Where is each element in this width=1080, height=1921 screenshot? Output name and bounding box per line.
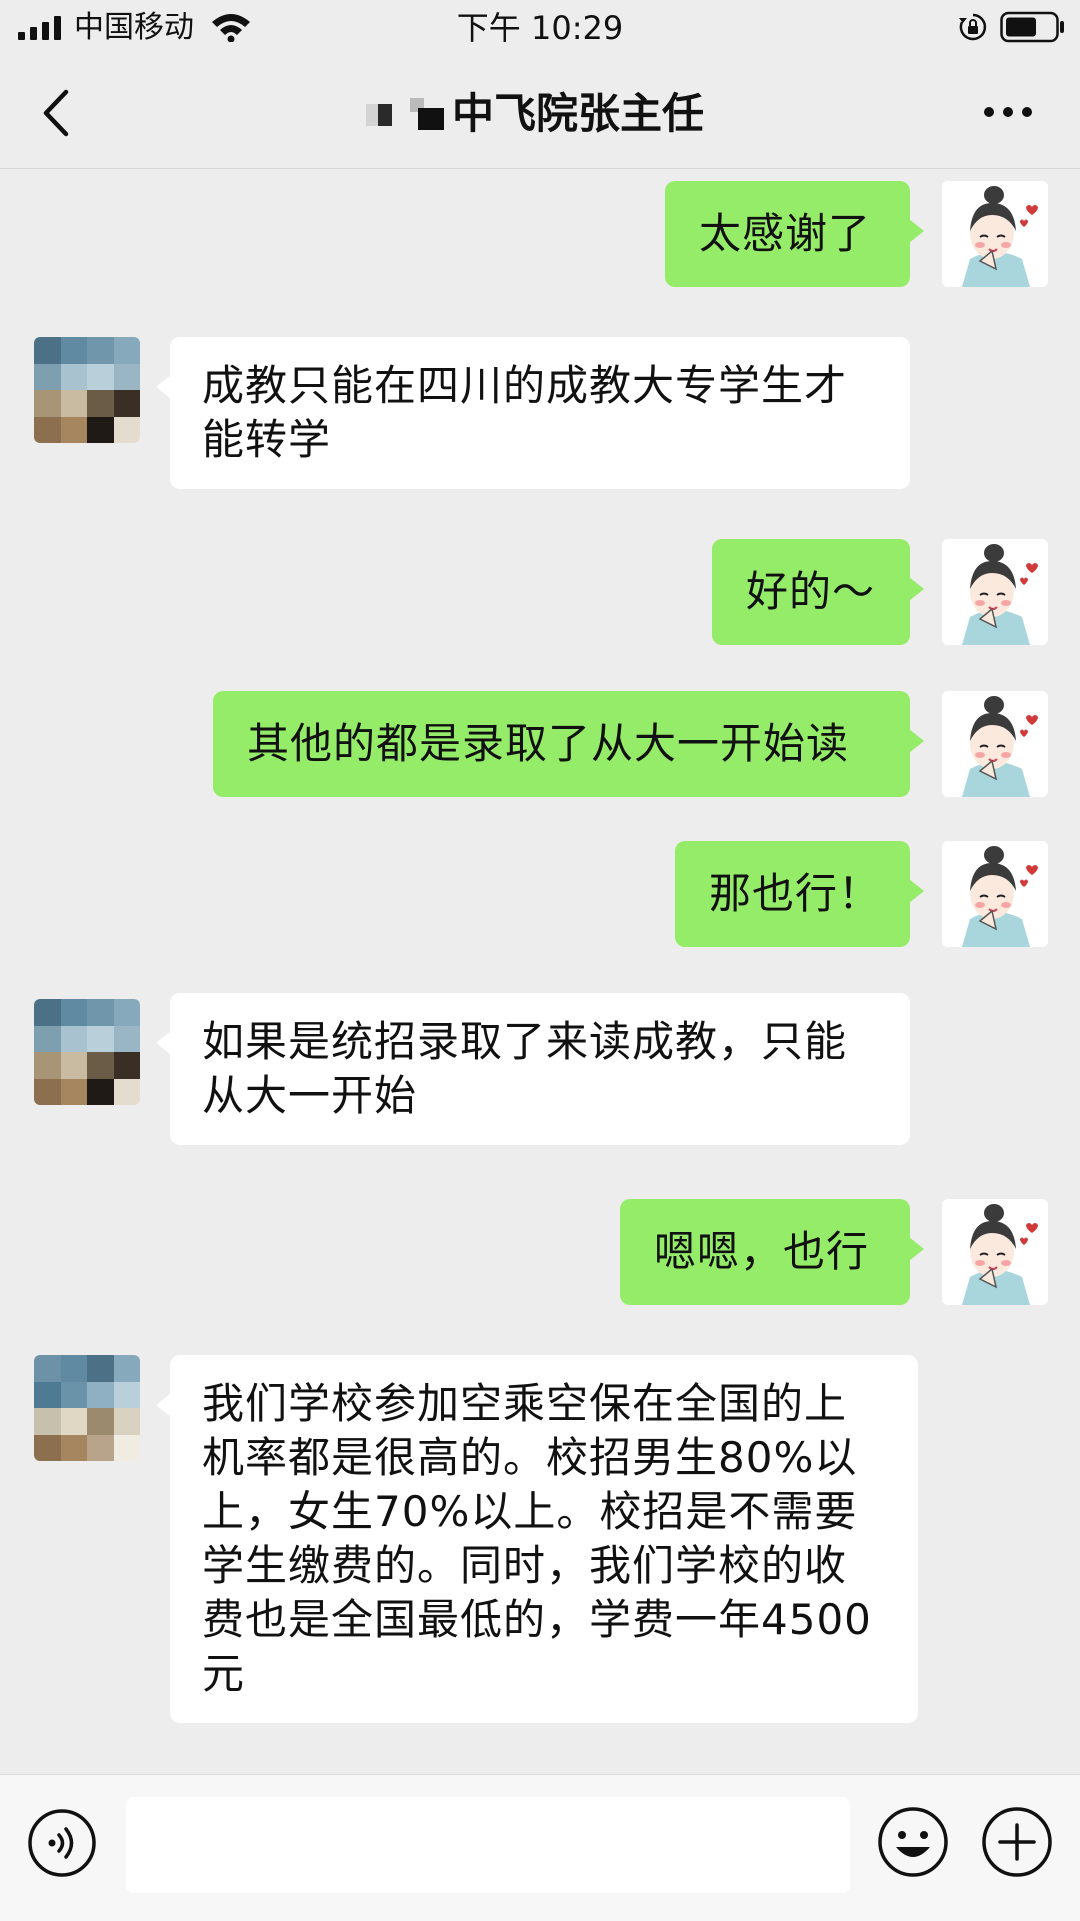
rotation-lock-icon [959,13,987,41]
message-bubble-in[interactable]: 我们学校参加空乘空保在全国的上机率都是很高的。校招男生80%以上，女生70%以上… [156,1355,918,1723]
chevron-left-icon[interactable] [38,86,74,140]
message-bubble-out[interactable]: 其他的都是录取了从大一开始读 [213,691,924,797]
my-avatar[interactable] [942,1199,1048,1305]
plus-icon[interactable] [980,1805,1054,1879]
message-bubble-out[interactable]: 太感谢了 [665,181,924,287]
voice-icon[interactable] [26,1807,98,1879]
message-text: 我们学校参加空乘空保在全国的上机率都是很高的。校招男生80%以上，女生70%以上… [202,1379,872,1698]
battery-icon [1000,11,1064,43]
chat-message-list[interactable]: 太感谢了 成教只能在四川的成教大专学生才能转学 好的～ 其他的都是录取了从大一开… [0,169,1080,1774]
message-row: 嗯嗯，也行 [0,1199,1080,1309]
message-bubble-in[interactable]: 成教只能在四川的成教大专学生才能转学 [156,337,910,489]
message-text: 太感谢了 [699,209,872,258]
my-avatar[interactable] [942,841,1048,947]
status-bar: 中国移动 下午 10:29 [0,0,1080,58]
message-row: 好的～ [0,539,1080,649]
message-text: 好的～ [746,567,876,616]
emoji-icon[interactable] [876,1805,950,1879]
message-row: 成教只能在四川的成教大专学生才能转学 [0,329,1080,499]
status-time: 下午 10:29 [456,9,624,47]
redacted-name-mosaic [360,86,450,142]
chat-input-bar [0,1774,1080,1921]
message-text: 其他的都是录取了从大一开始读 [247,719,850,768]
message-bubble-out[interactable]: 好的～ [712,539,924,645]
message-text: 嗯嗯，也行 [654,1227,870,1276]
my-avatar[interactable] [942,539,1048,645]
message-bubble-out[interactable]: 嗯嗯，也行 [620,1199,924,1305]
chat-title-wrap: 中飞院张主任 [360,86,704,142]
message-bubble-out[interactable]: 那也行！ [675,841,924,947]
message-bubble-in[interactable]: 如果是统招录取了来读成教，只能从大一开始 [156,993,910,1145]
message-text: 成教只能在四川的成教大专学生才能转学 [202,361,848,464]
message-row: 太感谢了 [0,169,1080,289]
my-avatar[interactable] [942,691,1048,797]
chat-title: 中飞院张主任 [452,89,705,138]
message-row: 我们学校参加空乘空保在全国的上机率都是很高的。校招男生80%以上，女生70%以上… [0,1349,1080,1749]
message-row: 其他的都是录取了从大一开始读 [0,689,1080,799]
message-row: 如果是统招录取了来读成教，只能从大一开始 [0,991,1080,1161]
message-text: 那也行！ [709,869,882,918]
contact-avatar[interactable] [34,999,140,1105]
my-avatar[interactable] [942,181,1048,287]
message-text: 如果是统招录取了来读成教，只能从大一开始 [202,1017,848,1120]
contact-avatar[interactable] [34,337,140,443]
contact-avatar[interactable] [34,1355,140,1461]
message-row: 那也行！ [0,841,1080,951]
message-input[interactable] [126,1797,850,1893]
more-dots-icon[interactable] [982,104,1034,120]
chat-header: 中飞院张主任 [0,58,1080,169]
